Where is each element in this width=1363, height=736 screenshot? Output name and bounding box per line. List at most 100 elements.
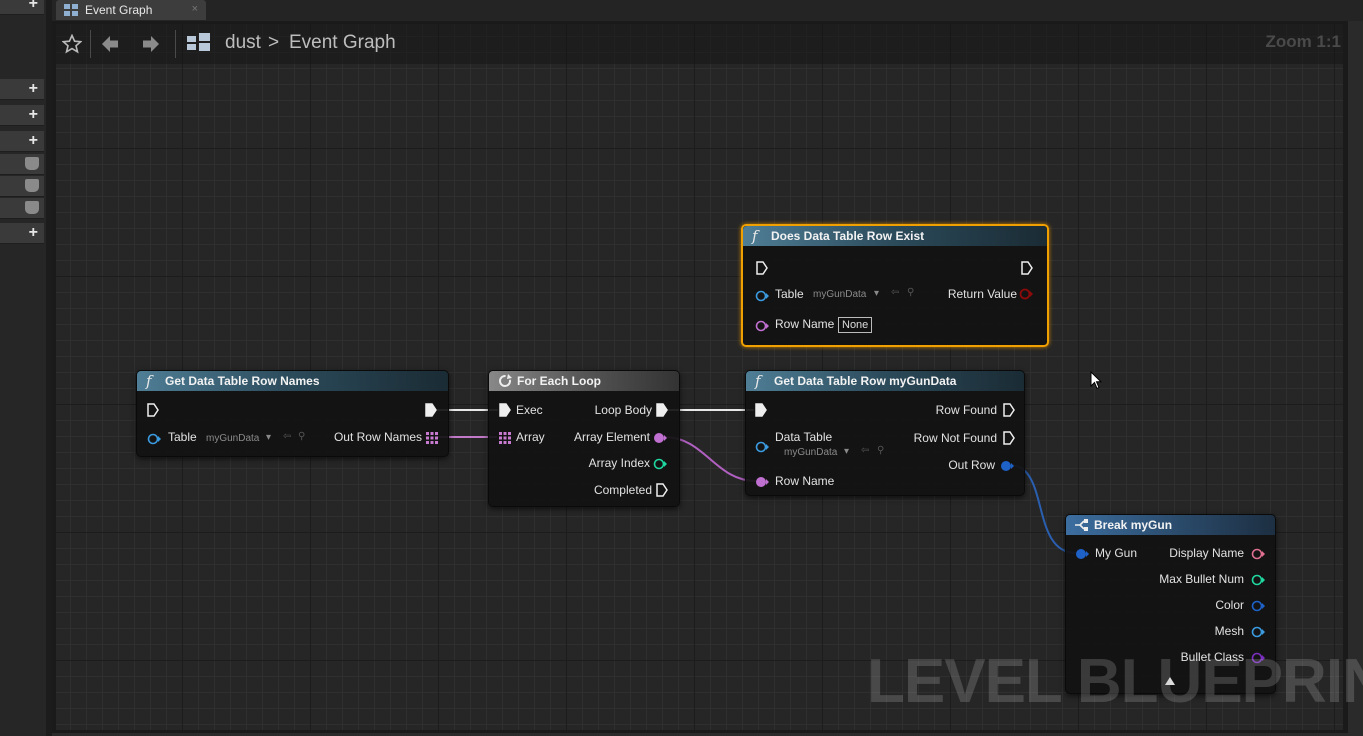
- add-function-button[interactable]: +: [0, 79, 44, 100]
- use-selected-icon[interactable]: ⇦: [891, 287, 899, 298]
- my-blueprint-panel: + + + + +: [0, 0, 46, 736]
- exec-in-pin-icon[interactable]: [755, 403, 767, 417]
- name-pin-icon[interactable]: [653, 432, 667, 444]
- node-for-each-loop[interactable]: For Each Loop Exec Loop Body Array Array…: [488, 370, 680, 507]
- graph-icon: [64, 4, 78, 16]
- struct-pin-icon[interactable]: [1000, 460, 1014, 472]
- row-not-found-label: Row Not Found: [913, 431, 997, 445]
- node-header: f Does Data Table Row Exist: [743, 226, 1047, 246]
- node-title: Get Data Table Row Names: [165, 374, 320, 388]
- node-header: For Each Loop: [489, 371, 679, 391]
- data-table-pin-label: Data Table: [775, 430, 833, 444]
- text-pin-icon[interactable]: [1251, 548, 1265, 560]
- tab-bar: [52, 0, 1363, 21]
- struct-pin-icon[interactable]: [1075, 548, 1089, 560]
- browse-icon[interactable]: ⚲: [907, 287, 914, 298]
- star-icon[interactable]: [62, 34, 82, 54]
- struct-pin-icon[interactable]: [1251, 600, 1265, 612]
- name-pin-icon[interactable]: [755, 320, 769, 332]
- loop-body-label: Loop Body: [594, 403, 652, 417]
- exec-out-pin-icon[interactable]: [1003, 403, 1015, 417]
- blueprint-graph-icon: [187, 33, 210, 51]
- exec-in-pin-icon[interactable]: [499, 403, 511, 417]
- use-selected-icon[interactable]: ⇦: [283, 431, 291, 442]
- array-pin-icon[interactable]: [426, 432, 438, 444]
- return-value-label: Return Value: [947, 287, 1017, 301]
- function-icon: f: [755, 372, 761, 390]
- toolbar-separator: [175, 30, 176, 58]
- object-pin-icon[interactable]: [147, 433, 161, 445]
- object-pin-icon[interactable]: [755, 290, 769, 302]
- breadcrumb-current: Event Graph: [289, 32, 396, 53]
- add-dispatcher-button[interactable]: +: [0, 223, 44, 244]
- mouse-cursor-icon: [1090, 371, 1102, 390]
- back-arrow-icon[interactable]: [100, 34, 120, 54]
- node-does-data-table-row-exist[interactable]: f Does Data Table Row Exist Table myGunD…: [741, 224, 1049, 347]
- tab-event-graph[interactable]: Event Graph ×: [56, 0, 206, 20]
- node-header: f Get Data Table Row Names: [137, 371, 448, 391]
- row-name-input[interactable]: None: [838, 317, 873, 333]
- add-button[interactable]: +: [0, 0, 44, 15]
- mesh-label: Mesh: [1214, 624, 1244, 638]
- table-dropdown[interactable]: myGunData: [784, 447, 837, 458]
- exec-out-pin-icon[interactable]: [1003, 431, 1015, 445]
- breadcrumb-root[interactable]: dust: [225, 32, 261, 54]
- completed-label: Completed: [593, 483, 652, 497]
- node-header: Break myGun: [1066, 515, 1275, 535]
- display-name-label: Display Name: [1169, 546, 1244, 560]
- browse-icon[interactable]: ⚲: [877, 445, 884, 456]
- table-pin-label: Table: [775, 287, 804, 301]
- bool-pin-icon[interactable]: [1019, 288, 1033, 300]
- my-gun-pin-label: My Gun: [1095, 546, 1138, 560]
- exec-out-pin-icon[interactable]: [656, 403, 668, 417]
- name-pin-icon[interactable]: [755, 476, 769, 488]
- breadcrumb-separator: >: [268, 32, 280, 53]
- table-dropdown[interactable]: myGunData: [813, 289, 866, 300]
- table-pin-label: Table: [168, 430, 197, 444]
- node-title: Break myGun: [1094, 518, 1173, 532]
- exec-pin-label: Exec: [516, 403, 543, 417]
- collapse-section-button[interactable]: [0, 154, 44, 175]
- use-selected-icon[interactable]: ⇦: [861, 445, 869, 456]
- exec-in-pin-icon[interactable]: [756, 261, 768, 275]
- node-title: For Each Loop: [517, 374, 601, 388]
- browse-icon[interactable]: ⚲: [298, 431, 305, 442]
- array-pin-label: Array: [516, 430, 545, 444]
- object-pin-icon[interactable]: [1251, 626, 1265, 638]
- collapse-section-button[interactable]: [0, 198, 44, 219]
- table-dropdown[interactable]: myGunData: [206, 433, 259, 444]
- exec-in-pin-icon[interactable]: [147, 403, 159, 417]
- add-variable-button[interactable]: +: [0, 131, 44, 152]
- close-icon[interactable]: ×: [192, 3, 198, 15]
- node-get-data-table-row[interactable]: f Get Data Table Row myGunData Row Found…: [745, 370, 1025, 496]
- forward-arrow-icon[interactable]: [141, 34, 161, 54]
- int-pin-icon[interactable]: [653, 458, 667, 470]
- function-icon: f: [146, 372, 152, 390]
- tab-label: Event Graph: [85, 3, 153, 17]
- out-row-names-label: Out Row Names: [333, 430, 422, 444]
- node-header: f Get Data Table Row myGunData: [746, 371, 1024, 391]
- chevron-down-icon[interactable]: ▾: [874, 288, 879, 299]
- chevron-down-icon[interactable]: ▾: [844, 446, 849, 457]
- out-row-label: Out Row: [948, 458, 995, 472]
- node-title: Get Data Table Row myGunData: [774, 374, 957, 388]
- exec-out-pin-icon[interactable]: [425, 403, 437, 417]
- level-blueprint-watermark: LEVEL BLUEPRINT: [867, 647, 1363, 716]
- exec-out-pin-icon[interactable]: [1021, 261, 1033, 275]
- array-element-label: Array Element: [573, 430, 650, 444]
- chevron-down-icon[interactable]: ▾: [266, 432, 271, 443]
- node-get-data-table-row-names[interactable]: f Get Data Table Row Names Table myGunDa…: [136, 370, 449, 457]
- row-name-label: Row Name: [775, 317, 835, 331]
- int-pin-icon[interactable]: [1251, 574, 1265, 586]
- array-index-label: Array Index: [588, 456, 650, 470]
- add-macro-button[interactable]: +: [0, 105, 44, 126]
- loop-icon: [499, 374, 512, 387]
- max-bullet-num-label: Max Bullet Num: [1159, 572, 1244, 586]
- function-icon: f: [752, 227, 758, 245]
- toolbar-separator: [90, 30, 91, 58]
- collapse-section-button[interactable]: [0, 176, 44, 197]
- exec-out-pin-icon[interactable]: [656, 483, 668, 497]
- zoom-level: Zoom 1:1: [1265, 32, 1341, 51]
- object-pin-icon[interactable]: [755, 441, 769, 453]
- array-pin-icon[interactable]: [499, 432, 511, 444]
